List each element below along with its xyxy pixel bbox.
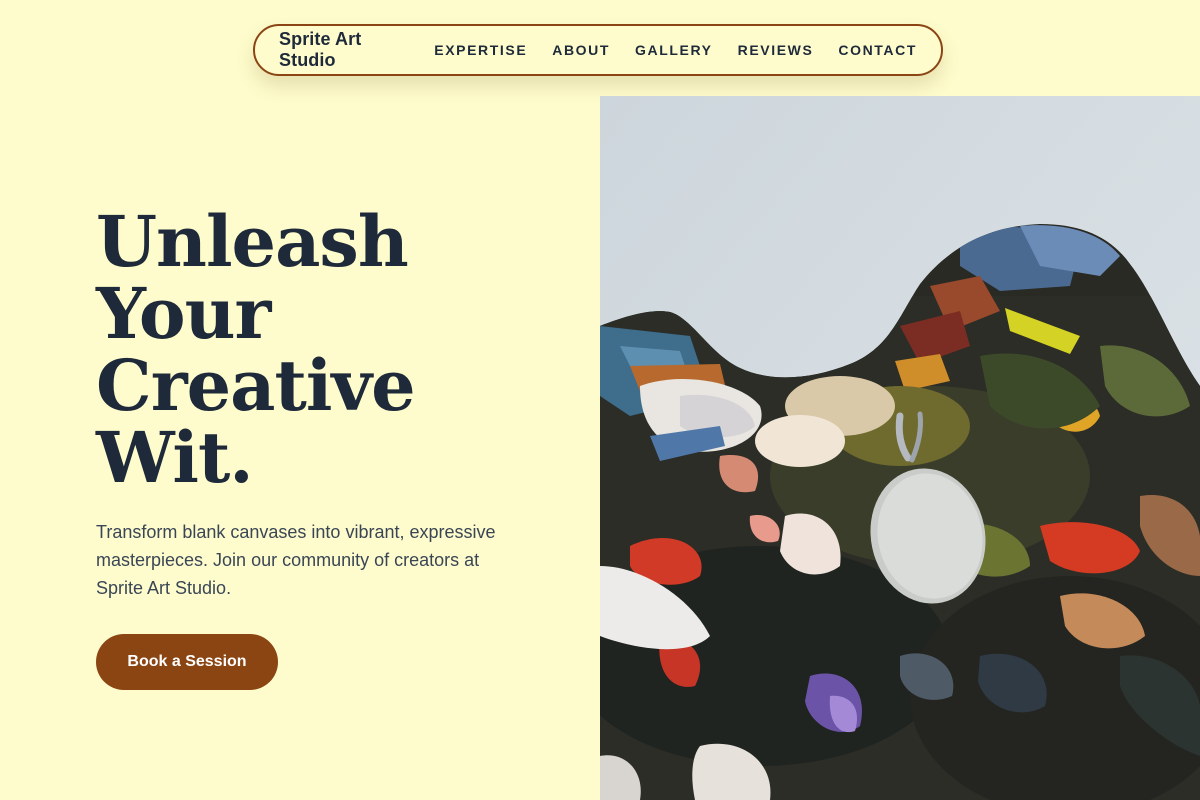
hero-title-line: Creative <box>96 344 416 427</box>
nav-link-reviews[interactable]: REVIEWS <box>738 42 814 58</box>
hero-title: Unleash Your Creative Wit. <box>96 206 516 494</box>
hero-description: Transform blank canvases into vibrant, e… <box>96 522 496 598</box>
nav-link-expertise[interactable]: EXPERTISE <box>434 42 527 58</box>
nav-link-contact[interactable]: CONTACT <box>838 42 917 58</box>
nav-link-about[interactable]: ABOUT <box>552 42 610 58</box>
top-navigation: Sprite Art Studio EXPERTISE ABOUT GALLER… <box>253 24 943 76</box>
nav-links: EXPERTISE ABOUT GALLERY REVIEWS CONTACT <box>434 42 917 58</box>
brand-logo-text[interactable]: Sprite Art Studio <box>279 29 402 71</box>
nav-link-gallery[interactable]: GALLERY <box>635 42 713 58</box>
hero-title-line: Unleash <box>96 200 409 283</box>
paint-palette-illustration <box>600 96 1200 800</box>
hero-title-line: Wit. <box>96 416 254 499</box>
book-session-button[interactable]: Book a Session <box>96 634 278 690</box>
hero-image-paint-palette <box>600 96 1200 800</box>
hero-title-line: Your <box>96 272 271 355</box>
